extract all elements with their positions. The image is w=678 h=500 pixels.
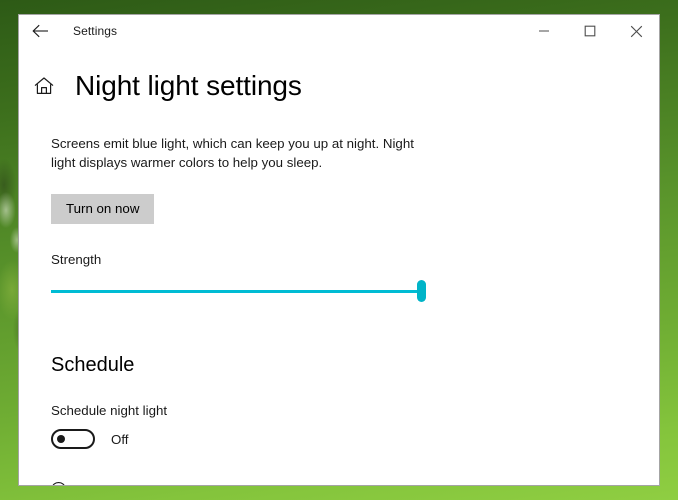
- desktop-background: Settings Night light settings Screens em…: [0, 0, 678, 500]
- schedule-night-light-toggle[interactable]: [51, 429, 95, 449]
- get-help-row: ? Get help: [51, 481, 659, 486]
- back-arrow-icon[interactable]: [21, 15, 61, 47]
- window-controls: [521, 15, 659, 47]
- turn-on-now-button[interactable]: Turn on now: [51, 194, 155, 224]
- minimize-icon[interactable]: [521, 15, 567, 47]
- schedule-heading: Schedule: [51, 354, 135, 376]
- home-icon[interactable]: [31, 73, 57, 99]
- strength-label: Strength: [51, 252, 102, 267]
- window-titlebar: Settings: [19, 15, 659, 47]
- page-description: Screens emit blue light, which can keep …: [51, 136, 414, 170]
- strength-slider[interactable]: [51, 280, 426, 302]
- settings-content: Night light settings Screens emit blue l…: [19, 67, 659, 486]
- maximize-icon[interactable]: [567, 15, 613, 47]
- get-help-link[interactable]: Get help: [83, 483, 133, 486]
- page-title: Night light settings: [75, 70, 302, 101]
- settings-window: Settings Night light settings Screens em…: [18, 14, 660, 486]
- page-header: Night light settings: [34, 67, 659, 105]
- app-title: Settings: [73, 24, 118, 38]
- help-bubble-icon[interactable]: ?: [51, 481, 71, 485]
- close-icon[interactable]: [613, 15, 659, 47]
- schedule-toggle-row: Off: [51, 429, 659, 449]
- slider-thumb[interactable]: [417, 280, 426, 302]
- toggle-state-label: Off: [111, 431, 129, 447]
- slider-track[interactable]: [51, 290, 425, 293]
- toggle-knob: [57, 435, 65, 443]
- schedule-toggle-label: Schedule night light: [51, 403, 168, 418]
